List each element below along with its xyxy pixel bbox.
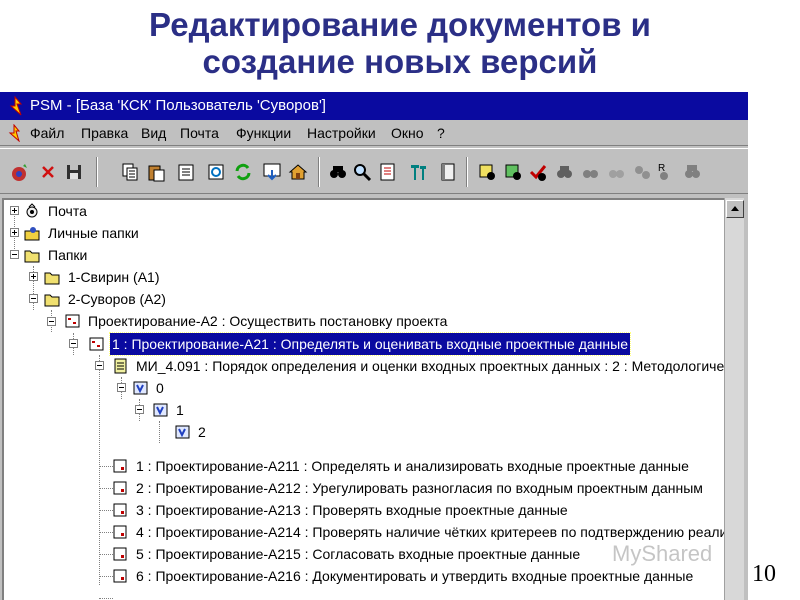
tree-node-label: Проектирование-А2 : Осуществить постанов… [88, 313, 448, 329]
tree-node-label: 0 [156, 380, 164, 396]
users-icon[interactable] [682, 162, 702, 182]
list-icon[interactable] [378, 162, 398, 182]
tree-node-label: 1 [176, 402, 184, 418]
team-icon[interactable] [580, 162, 600, 182]
app-logo-icon [9, 96, 23, 116]
tree-node-label: 2 [198, 424, 206, 440]
process-icon [65, 314, 80, 328]
window-title: PSM - [База 'КСК' Пользователь 'Суворов'… [30, 97, 326, 114]
find-icon[interactable] [328, 162, 348, 182]
mail-icon [26, 203, 38, 218]
task-icon [113, 525, 127, 539]
settings-group-icon[interactable] [632, 162, 652, 182]
tree-node-label: 6 : Проектирование-А216 : Документироват… [136, 568, 694, 584]
check-icon[interactable] [528, 162, 548, 182]
menu-functions[interactable]: Функции [236, 120, 291, 146]
collapse-toggle-process-a21[interactable] [69, 339, 78, 348]
menu-file[interactable]: Файл [30, 120, 64, 146]
tree-node-label: 3 : Проектирование-А213 : Проверять вход… [136, 502, 568, 518]
tree-node-label: Личные папки [48, 225, 139, 241]
refresh-icon[interactable] [206, 162, 226, 182]
book-icon[interactable] [438, 162, 458, 182]
personal-folder-icon [24, 227, 40, 241]
watermark: MyShared [612, 541, 713, 566]
page-number: 10 [752, 561, 776, 587]
menu-edit[interactable]: Правка [81, 120, 128, 146]
collapse-toggle-version-1[interactable] [135, 405, 144, 414]
slide-title-line1: Редактирование документов и [149, 6, 651, 43]
task-icon [113, 503, 127, 517]
folder-icon [44, 272, 60, 285]
task-icon [113, 481, 127, 495]
tree-node-label: 5 : Проектирование-А215 : Согласовать вх… [136, 546, 581, 562]
delete-icon[interactable] [38, 162, 58, 182]
group-add-icon[interactable] [504, 162, 524, 182]
task-icon [113, 569, 127, 583]
home-icon[interactable] [288, 162, 308, 182]
expand-toggle-mail[interactable] [10, 206, 19, 215]
filter-icon[interactable] [408, 162, 428, 182]
tree-node-label: Почта [48, 203, 87, 219]
search-icon[interactable] [352, 162, 372, 182]
task-icon [113, 459, 127, 473]
collapse-toggle-folders[interactable] [10, 250, 19, 259]
sync-icon[interactable] [233, 162, 253, 182]
tree-node-label: 1 : Проектирование-А211 : Определять и а… [136, 458, 689, 474]
menu-mail[interactable]: Почта [180, 120, 219, 146]
process-icon [89, 337, 104, 351]
slide-title: Редактирование документов и создание нов… [0, 6, 800, 80]
menu-help[interactable]: ? [437, 120, 445, 146]
collapse-toggle-suvorov[interactable] [29, 294, 38, 303]
group-icon[interactable] [478, 162, 498, 182]
tree-node-label: 2 : Проектирование-А212 : Урегулировать … [136, 480, 703, 496]
version-icon [153, 403, 168, 417]
new-doc-icon[interactable] [10, 162, 30, 182]
document-icon [114, 358, 127, 374]
version-icon [133, 381, 148, 395]
report-icon[interactable]: R [656, 162, 676, 182]
expand-toggle-svirin[interactable] [29, 272, 38, 281]
toolbar: R [0, 148, 748, 194]
folder-open-icon [24, 250, 40, 263]
folder-open-icon [44, 294, 60, 307]
scroll-up-button[interactable] [726, 200, 744, 218]
assign-icon[interactable] [554, 162, 574, 182]
collapse-toggle-document[interactable] [95, 361, 104, 370]
paste-icon[interactable] [146, 162, 166, 182]
menu-settings[interactable]: Настройки [307, 120, 376, 146]
menu-bar: Файл Правка Вид Почта Функции Настройки … [0, 120, 748, 146]
tree-node-label-selected: 1 : Проектирование-А21 : Определять и оц… [109, 332, 631, 356]
task-icon [113, 547, 127, 561]
menu-window[interactable]: Окно [391, 120, 424, 146]
menu-view[interactable]: Вид [141, 120, 166, 146]
collapse-toggle-process-a2[interactable] [47, 317, 56, 326]
window-titlebar[interactable]: PSM - [База 'КСК' Пользователь 'Суворов'… [0, 92, 748, 120]
slide-title-line2: создание новых версий [202, 43, 598, 80]
version-icon [175, 425, 190, 439]
tree-node-label: Папки [48, 247, 88, 263]
tree-node-label: 2-Суворов (А2) [68, 291, 166, 307]
tree-node-label: МИ_4.091 : Порядок определения и оценки … [136, 358, 724, 374]
team-disabled-icon[interactable] [606, 162, 626, 182]
save-icon[interactable] [64, 162, 84, 182]
expand-toggle-personal[interactable] [10, 228, 19, 237]
app-window: PSM - [База 'КСК' Пользователь 'Суворов'… [0, 92, 748, 600]
collapse-toggle-version-0[interactable] [117, 383, 126, 392]
copy-icon[interactable] [120, 162, 140, 182]
tree-node-label: 1-Свирин (А1) [68, 269, 160, 285]
export-icon[interactable] [262, 162, 282, 182]
app-logo-icon [8, 124, 21, 142]
properties-icon[interactable] [176, 162, 196, 182]
